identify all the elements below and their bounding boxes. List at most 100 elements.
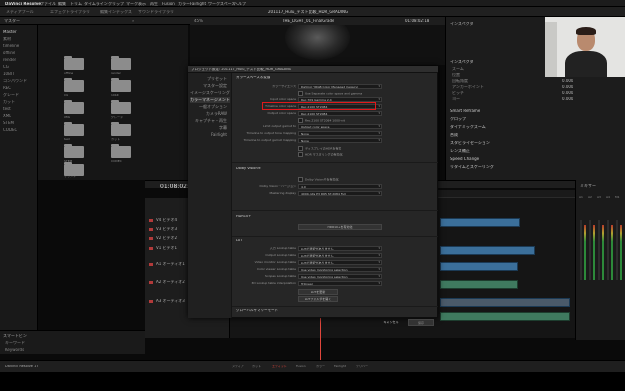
- track-lock-icon[interactable]: [149, 281, 153, 284]
- gamut-mapping-select[interactable]: None: [298, 138, 382, 143]
- clip-thumbnail[interactable]: [64, 144, 84, 158]
- inspector-value[interactable]: 0.000: [562, 97, 573, 101]
- limit-output-gamut-select[interactable]: Output color space: [298, 124, 382, 129]
- timeline-audio-clip[interactable]: [440, 280, 518, 289]
- menu-fairlight[interactable]: Fairlight: [190, 2, 206, 6]
- bin-item[interactable]: timeline: [3, 44, 19, 48]
- dialog-nav-color-management[interactable]: カラーマネージメント: [190, 97, 230, 103]
- bin-item[interactable]: STEM: [3, 121, 14, 125]
- clip-thumbnail[interactable]: [111, 122, 131, 136]
- bin-item[interactable]: Master: [3, 30, 17, 34]
- edit-index-toggle[interactable]: 編集インデックス: [100, 10, 132, 14]
- clip-thumbnail[interactable]: [64, 78, 84, 92]
- dialog-nav-presets[interactable]: プリセット: [190, 76, 230, 82]
- bin-item[interactable]: CG: [3, 65, 9, 69]
- bin-item[interactable]: コンパウンド: [3, 79, 27, 83]
- menu-playback[interactable]: 再生: [150, 2, 158, 6]
- channel-fader[interactable]: [589, 220, 591, 280]
- track-lock-icon[interactable]: [149, 228, 153, 231]
- output-lut-select[interactable]: LUTの選択がありません: [298, 253, 382, 258]
- bin-item[interactable]: カット: [3, 100, 15, 104]
- monitor-lut-select[interactable]: LUTの選択がありません: [298, 260, 382, 265]
- channel-fader[interactable]: [607, 220, 609, 280]
- track-lock-icon[interactable]: [149, 300, 153, 303]
- track-lock-icon[interactable]: [149, 263, 153, 266]
- track-lock-icon[interactable]: [149, 237, 153, 240]
- scopes-lut-select[interactable]: Use video monitoring selection: [298, 274, 382, 279]
- dolby-version-select[interactable]: 4.0: [298, 184, 382, 189]
- sound-library-toggle[interactable]: サウンドライブラリ: [138, 10, 174, 14]
- page-tab-deliver[interactable]: デリバー: [356, 365, 368, 368]
- channel-fader[interactable]: [580, 220, 582, 280]
- menu-workspace[interactable]: ワークスペース: [208, 2, 235, 6]
- tone-mapping-select[interactable]: None: [298, 131, 382, 136]
- save-button[interactable]: 保存: [408, 319, 434, 326]
- inspector-section[interactable]: クロップ: [450, 117, 466, 121]
- track-lock-icon[interactable]: [149, 219, 153, 222]
- channel-fader[interactable]: [598, 220, 600, 280]
- lut-interpolation-select[interactable]: Trilinear: [298, 281, 382, 286]
- timeline-audio-clip[interactable]: [440, 312, 570, 321]
- hdr-nits-checkbox[interactable]: Rec.2100 ST2084 1000-nit: [298, 118, 345, 123]
- inspector-value[interactable]: 0.000: [562, 91, 573, 95]
- timeline-clip[interactable]: [440, 246, 535, 255]
- bin-item[interactable]: test: [3, 107, 11, 111]
- clip-thumbnail[interactable]: [111, 144, 131, 158]
- clip-thumbnail[interactable]: [111, 78, 131, 92]
- bin-item[interactable]: グレード: [3, 93, 19, 97]
- bin-item[interactable]: render: [3, 58, 16, 62]
- effects-library-toggle[interactable]: エフェクトライブラリ: [50, 10, 90, 14]
- timeline-clip[interactable]: [440, 218, 520, 227]
- zoom-level[interactable]: 45%: [194, 19, 203, 23]
- menu-file[interactable]: ファイル: [40, 2, 56, 6]
- inspector-section[interactable]: Smart Reframe: [450, 109, 480, 113]
- inspector-section[interactable]: 合成: [450, 133, 458, 137]
- update-lut-button[interactable]: LUTを更新: [298, 289, 338, 295]
- bin-item[interactable]: 10BIT: [3, 72, 14, 76]
- clip-thumbnail[interactable]: [64, 56, 84, 70]
- inspector-section[interactable]: リタイムとスケーリング: [450, 165, 494, 169]
- clip-thumbnail[interactable]: [111, 56, 131, 70]
- dialog-nav-general-options[interactable]: 一般オプション: [190, 104, 230, 110]
- dialog-nav-subtitles[interactable]: 字幕: [190, 125, 230, 131]
- inspector-value[interactable]: 0.000: [562, 79, 573, 83]
- channel-fader[interactable]: [616, 220, 618, 280]
- color-science-select[interactable]: DaVinci YRGB Color Managed (legacy): [298, 84, 382, 89]
- menu-timeline[interactable]: タイムライン: [84, 2, 108, 6]
- menu-view[interactable]: 表示: [138, 2, 146, 6]
- menu-trim[interactable]: トリム: [70, 2, 82, 6]
- timeline-clip[interactable]: [440, 262, 518, 271]
- separate-color-space-checkbox[interactable]: Use Separate color space and gamma: [298, 91, 362, 96]
- input-lut-select[interactable]: LUTの選択がありません: [298, 246, 382, 251]
- page-tab-media[interactable]: メディア: [232, 365, 244, 368]
- bin-item[interactable]: XML: [3, 114, 11, 118]
- media-pool-toggle[interactable]: メディアプール: [6, 10, 34, 14]
- hdr-mastering-checkbox[interactable]: HDR マスタリングの有効化: [298, 152, 343, 157]
- menu-clip[interactable]: クリップ: [108, 2, 124, 6]
- clip-thumbnail[interactable]: [111, 100, 131, 114]
- hdr-display-checkbox[interactable]: ディスプレイのHDRを有効: [298, 146, 341, 151]
- dialog-nav-fairlight[interactable]: Fairlight: [190, 132, 230, 138]
- output-color-space-select[interactable]: Rec.2100 ST2084: [298, 111, 382, 116]
- page-tab-fairlight[interactable]: Fairlight: [334, 365, 346, 368]
- menu-fusion[interactable]: Fusion: [162, 2, 175, 6]
- inspector-section[interactable]: Speed Change: [450, 157, 479, 161]
- smart-bin-item[interactable]: キーワード: [5, 341, 25, 345]
- timeline-clip-thumbnails[interactable]: [440, 298, 570, 307]
- hdr10plus-enable-button[interactable]: HDR10+を有効化: [298, 224, 382, 230]
- cancel-button[interactable]: キャンセル: [378, 319, 404, 326]
- inspector-section[interactable]: スタビライゼーション: [450, 141, 490, 145]
- clip-thumbnail[interactable]: [64, 100, 84, 114]
- dialog-nav-capture-playback[interactable]: キャプチャ・再生: [190, 118, 230, 124]
- open-lut-folder-button[interactable]: LUTフォルダを開く: [298, 296, 338, 302]
- search-icon[interactable]: ⌕: [132, 19, 134, 23]
- page-tab-fusion[interactable]: Fusion: [296, 365, 306, 368]
- page-tab-cut[interactable]: カット: [252, 365, 261, 368]
- inspector-section[interactable]: ダイナミックズーム: [450, 125, 486, 129]
- menu-color[interactable]: カラー: [178, 2, 190, 6]
- inspector-section[interactable]: レンズ補正: [450, 149, 470, 153]
- smart-bin-item[interactable]: Keywords: [5, 348, 24, 352]
- bin-item[interactable]: REC: [3, 86, 11, 90]
- inspector-section[interactable]: インスペクタ: [450, 60, 473, 64]
- bin-item[interactable]: CODEC: [3, 128, 17, 132]
